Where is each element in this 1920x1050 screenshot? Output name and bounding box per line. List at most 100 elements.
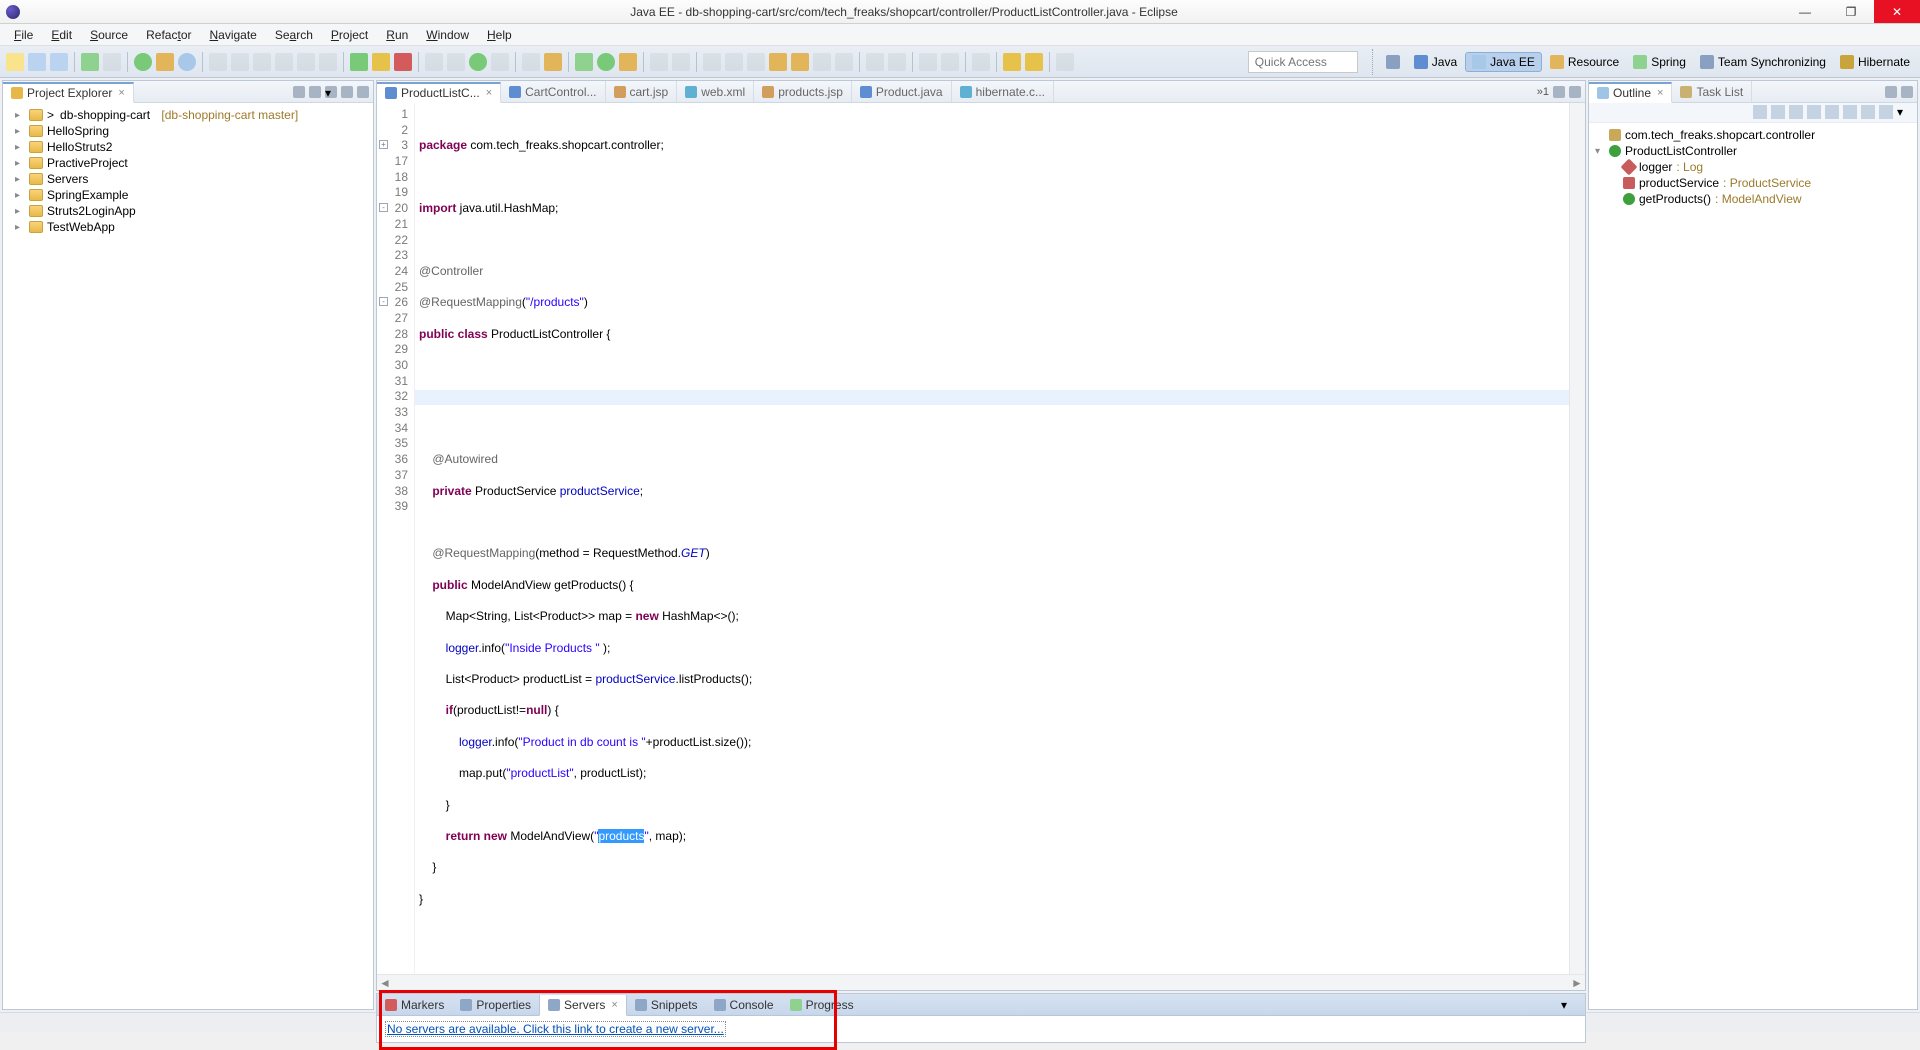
maximize-editor-icon[interactable] — [1569, 86, 1581, 98]
minimize-view-icon[interactable] — [1885, 86, 1897, 98]
toolbar-fwd-icon[interactable] — [1025, 53, 1043, 71]
toolbar-pause-icon[interactable] — [372, 53, 390, 71]
code-editor[interactable]: + - - 1231718192021222324252627282930313… — [377, 103, 1585, 974]
menu-project[interactable]: Project — [323, 26, 376, 44]
editor-tab-product-java[interactable]: Product.java — [852, 81, 952, 102]
tree-item-db-shopping-cart[interactable]: ▸>db-shopping-cart [db-shopping-cart mas… — [9, 107, 367, 123]
outline-focus-icon[interactable] — [1861, 105, 1875, 119]
close-icon[interactable]: × — [1657, 87, 1663, 99]
minimize-view-icon[interactable] — [341, 86, 353, 98]
tab-outline[interactable]: Outline× — [1589, 82, 1672, 103]
menu-help[interactable]: Help — [479, 26, 520, 44]
tab-properties[interactable]: Properties — [452, 994, 539, 1015]
editor-tab-cart-jsp[interactable]: cart.jsp — [606, 81, 678, 102]
perspective-teamsync[interactable]: Team Synchronizing — [1694, 53, 1832, 71]
menu-run[interactable]: Run — [378, 26, 416, 44]
close-icon[interactable]: × — [486, 87, 492, 99]
perspective-resource[interactable]: Resource — [1544, 53, 1625, 71]
editor-overflow-button[interactable]: »1 — [1537, 86, 1549, 98]
perspective-java[interactable]: Java — [1408, 53, 1463, 71]
toolbar-t2-icon[interactable] — [725, 53, 743, 71]
toolbar-newws-icon[interactable] — [297, 53, 315, 71]
tab-console[interactable]: Console — [706, 994, 782, 1015]
fold-collapse-icon[interactable]: - — [379, 203, 388, 212]
scroll-left-icon[interactable]: ◄ — [377, 976, 393, 990]
menu-refactor[interactable]: Refactor — [138, 26, 199, 44]
toolbar-newfolder-icon[interactable] — [491, 53, 509, 71]
outline-hide-fields-icon[interactable] — [1789, 105, 1803, 119]
outline-method-getproducts[interactable]: getProducts() : ModelAndView — [1595, 191, 1911, 207]
toolbar-save-icon[interactable] — [28, 53, 46, 71]
outline-link-icon[interactable] — [1879, 105, 1893, 119]
editor-tab-products-jsp[interactable]: products.jsp — [754, 81, 852, 102]
horizontal-scrollbar[interactable]: ◄ ► — [377, 974, 1585, 990]
fold-expand-icon[interactable]: + — [379, 140, 388, 149]
toolbar-newservlet-icon[interactable] — [275, 53, 293, 71]
toolbar-t7-icon[interactable] — [835, 53, 853, 71]
toolbar-new-icon[interactable] — [6, 53, 24, 71]
toolbar-t5-icon[interactable] — [791, 53, 809, 71]
menu-edit[interactable]: Edit — [43, 26, 80, 44]
perspective-hibernate[interactable]: Hibernate — [1834, 53, 1916, 71]
close-button[interactable]: ✕ — [1874, 0, 1920, 23]
toolbar-newjsp-icon[interactable] — [231, 53, 249, 71]
close-icon[interactable]: × — [611, 999, 617, 1011]
toolbar-build-icon[interactable] — [103, 53, 121, 71]
tree-item-springexample[interactable]: ▸SpringExample — [9, 187, 367, 203]
toolbar-resume-icon[interactable] — [350, 53, 368, 71]
tab-markers[interactable]: Markers — [377, 994, 452, 1015]
tab-progress[interactable]: Progress — [782, 994, 862, 1015]
toolbar-last-icon[interactable] — [972, 53, 990, 71]
toolbar-debug2-icon[interactable] — [575, 53, 593, 71]
outline-hide-nonpublic-icon[interactable] — [1825, 105, 1839, 119]
toolbar-newserver-icon[interactable] — [209, 53, 227, 71]
tab-project-explorer[interactable]: Project Explorer × — [3, 82, 134, 103]
toolbar-toggle-icon[interactable] — [866, 53, 884, 71]
tree-item-hellostruts2[interactable]: ▸HelloStruts2 — [9, 139, 367, 155]
close-icon[interactable]: × — [118, 87, 124, 99]
outline-hide-local-icon[interactable] — [1843, 105, 1857, 119]
toolbar-pin-icon[interactable] — [1056, 53, 1074, 71]
toolbar-debug-icon[interactable] — [81, 53, 99, 71]
scroll-right-icon[interactable]: ► — [1569, 976, 1585, 990]
toolbar-t4-icon[interactable] — [769, 53, 787, 71]
outline-field-logger[interactable]: logger : Log — [1595, 159, 1911, 175]
fold-collapse-icon[interactable]: - — [379, 297, 388, 306]
tree-item-servers[interactable]: ▸Servers — [9, 171, 367, 187]
menu-search[interactable]: Search — [267, 26, 321, 44]
menu-navigate[interactable]: Navigate — [201, 26, 264, 44]
toolbar-run2-icon[interactable] — [597, 53, 615, 71]
toolbar-t3-icon[interactable] — [747, 53, 765, 71]
toolbar-newproj-icon[interactable] — [425, 53, 443, 71]
outline-filter-icon[interactable] — [1771, 105, 1785, 119]
toolbar-next-icon[interactable] — [941, 53, 959, 71]
toolbar-prev-icon[interactable] — [919, 53, 937, 71]
menu-file[interactable]: File — [6, 26, 41, 44]
tree-item-practiveproject[interactable]: ▸PractiveProject — [9, 155, 367, 171]
menu-source[interactable]: Source — [82, 26, 136, 44]
quick-access-input[interactable] — [1248, 51, 1358, 73]
toolbar-newbean-icon[interactable] — [253, 53, 271, 71]
code-area[interactable]: package com.tech_freaks.shopcart.control… — [415, 103, 1569, 974]
create-new-server-link[interactable]: No servers are available. Click this lin… — [385, 1021, 726, 1037]
toolbar-goto-icon[interactable] — [888, 53, 906, 71]
maximize-button[interactable]: ❐ — [1828, 0, 1874, 23]
toolbar-newclass-icon[interactable] — [469, 53, 487, 71]
toolbar-saveall-icon[interactable] — [50, 53, 68, 71]
outline-class[interactable]: ▾ProductListController — [1595, 143, 1911, 159]
tree-item-testwebapp[interactable]: ▸TestWebApp — [9, 219, 367, 235]
toolbar-run-icon[interactable] — [134, 53, 152, 71]
toolbar-newjava-icon[interactable] — [650, 53, 668, 71]
maximize-view-icon[interactable] — [357, 86, 369, 98]
tree-item-struts2loginapp[interactable]: ▸Struts2LoginApp — [9, 203, 367, 219]
perspective-open-button[interactable] — [1380, 53, 1406, 71]
toolbar-opentype-icon[interactable] — [522, 53, 540, 71]
collapse-all-icon[interactable] — [293, 86, 305, 98]
editor-tab-productlistcontroller[interactable]: ProductListC...× — [377, 82, 501, 103]
toolbar-newinterface-icon[interactable] — [672, 53, 690, 71]
link-editor-icon[interactable] — [309, 86, 321, 98]
editor-tab-hibernate-cfg[interactable]: hibernate.c... — [952, 81, 1054, 102]
editor-tab-cartcontroller[interactable]: CartControl... — [501, 81, 605, 102]
view-menu-icon[interactable]: ▾ — [1561, 998, 1567, 1012]
editor-tab-web-xml[interactable]: web.xml — [677, 81, 754, 102]
